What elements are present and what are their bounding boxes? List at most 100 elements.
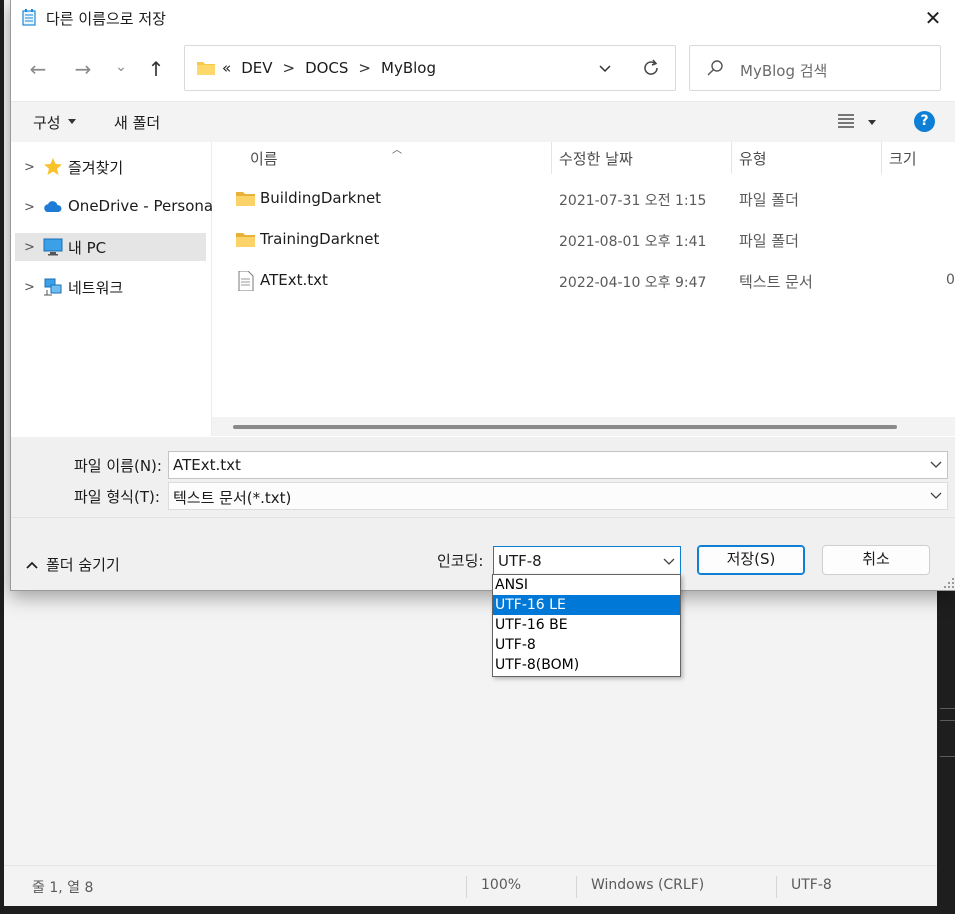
dialog-title: 다른 이름으로 저장 xyxy=(46,10,166,28)
breadcrumb-dev[interactable]: DEV xyxy=(241,59,272,77)
file-size: 0 xyxy=(946,272,955,288)
breadcrumb-overflow[interactable]: « xyxy=(222,59,231,77)
breadcrumb-myblog[interactable]: MyBlog xyxy=(381,59,436,77)
search-icon xyxy=(707,60,723,76)
back-button[interactable]: ← xyxy=(21,52,55,86)
chevron-right-icon[interactable]: > xyxy=(24,240,35,255)
nav-label: 즐겨찾기 xyxy=(68,159,124,177)
nav-label: OneDrive - Personal xyxy=(68,197,218,215)
close-icon: ✕ xyxy=(924,6,942,30)
new-folder-button[interactable]: 새 폴더 xyxy=(114,112,160,133)
save-button[interactable]: 저장(S) xyxy=(697,545,805,575)
filename-field[interactable]: ATExt.txt xyxy=(168,451,948,479)
chevron-right-icon[interactable]: > xyxy=(24,200,35,215)
title-bar: 다른 이름으로 저장 ✕ xyxy=(11,0,955,36)
network-icon xyxy=(44,278,62,296)
encoding-option-utf8bom[interactable]: UTF-8(BOM) xyxy=(493,655,680,675)
status-encoding: UTF-8 xyxy=(791,877,832,893)
encoding-option-ansi[interactable]: ANSI xyxy=(493,575,680,595)
file-date: 2021-08-01 오후 1:41 xyxy=(559,234,707,250)
status-line-ending: Windows (CRLF) xyxy=(591,877,705,893)
encoding-option-utf8[interactable]: UTF-8 xyxy=(493,635,680,655)
folder-icon xyxy=(236,192,255,206)
save-form: 파일 이름(N): ATExt.txt 파일 형식(T): 텍스트 문서(*.t… xyxy=(11,437,955,590)
arrow-right-icon: → xyxy=(74,57,92,81)
resize-grip-icon[interactable] xyxy=(944,578,954,588)
folder-icon xyxy=(197,62,215,75)
sort-ascending-icon: ︿ xyxy=(392,145,402,156)
chevron-down-icon[interactable] xyxy=(662,554,676,568)
chevron-right-icon[interactable]: > xyxy=(24,160,35,175)
encoding-option-utf16be[interactable]: UTF-16 BE xyxy=(493,615,680,635)
nav-item-this-pc[interactable]: > 내 PC xyxy=(15,233,206,261)
file-name: ATExt.txt xyxy=(260,271,328,289)
filename-value: ATExt.txt xyxy=(173,456,241,474)
forward-button[interactable]: → xyxy=(66,52,100,86)
breadcrumb: « DEV > DOCS > MyBlog xyxy=(222,59,436,77)
up-button[interactable]: ↑ xyxy=(139,52,173,86)
recent-locations-button[interactable]: ⌄ xyxy=(104,50,138,84)
status-bar: 줄 1, 열 8 100% Windows (CRLF) UTF-8 xyxy=(4,865,937,906)
chevron-down-icon[interactable] xyxy=(929,488,943,502)
breadcrumb-separator: > xyxy=(358,59,371,77)
cloud-icon xyxy=(44,201,62,212)
organize-button[interactable]: 구성 xyxy=(33,112,61,133)
column-header-type[interactable]: 유형 xyxy=(739,148,767,169)
list-item[interactable]: TrainingDarknet 2021-08-01 오후 1:41 파일 폴더 xyxy=(212,224,955,260)
file-type: 파일 폴더 xyxy=(739,232,799,250)
file-type: 파일 폴더 xyxy=(739,191,799,209)
horizontal-scrollbar[interactable] xyxy=(212,417,955,436)
window-edge xyxy=(937,590,955,906)
column-header-name[interactable]: 이름 xyxy=(250,148,278,169)
status-zoom: 100% xyxy=(481,877,522,893)
nav-item-network[interactable]: > 네트워크 xyxy=(15,273,206,301)
nav-item-favorites[interactable]: > 즐겨찾기 xyxy=(15,153,206,181)
command-bar: 구성 새 폴더 ? xyxy=(11,101,955,143)
help-icon[interactable]: ? xyxy=(914,111,935,132)
hide-folders-button[interactable]: 폴더 숨기기 xyxy=(46,554,120,575)
column-header-date[interactable]: 수정한 날짜 xyxy=(559,148,633,169)
nav-label: 네트워크 xyxy=(68,279,124,297)
nav-item-onedrive[interactable]: > OneDrive - Personal xyxy=(15,193,217,221)
filetype-label: 파일 형식(T): xyxy=(74,488,160,506)
breadcrumb-docs[interactable]: DOCS xyxy=(305,59,348,77)
filetype-value: 텍스트 문서(*.txt) xyxy=(173,489,292,507)
save-as-dialog: 다른 이름으로 저장 ✕ ← → ⌄ ↑ « DEV > DOCS > MyBl… xyxy=(10,0,955,591)
status-position: 줄 1, 열 8 xyxy=(32,880,94,896)
cancel-button[interactable]: 취소 xyxy=(822,545,930,575)
file-name: BuildingDarknet xyxy=(260,189,382,207)
file-date: 2022-04-10 오후 9:47 xyxy=(559,275,707,291)
close-button[interactable]: ✕ xyxy=(910,0,955,36)
search-input[interactable]: MyBlog 검색 xyxy=(740,60,827,81)
file-name: TrainingDarknet xyxy=(260,230,380,248)
file-type: 텍스트 문서 xyxy=(739,273,813,291)
column-header-size[interactable]: 크기 xyxy=(889,148,917,169)
chevron-right-icon[interactable]: > xyxy=(24,280,35,295)
encoding-option-utf16le[interactable]: UTF-16 LE xyxy=(493,595,680,615)
file-list: ︿ 이름 수정한 날짜 유형 크기 BuildingDarknet 2021-0… xyxy=(212,142,955,436)
encoding-select[interactable]: UTF-8 xyxy=(493,546,681,575)
chevron-down-icon[interactable] xyxy=(929,457,943,471)
star-icon xyxy=(44,158,62,175)
chevron-down-icon[interactable] xyxy=(597,60,613,76)
filetype-select[interactable]: 텍스트 문서(*.txt) xyxy=(168,482,948,510)
caret-down-icon xyxy=(68,119,76,124)
list-item[interactable]: ATExt.txt 2022-04-10 오후 9:47 텍스트 문서 0 xyxy=(212,265,955,301)
navigation-pane: > 즐겨찾기 > OneDrive - Personal > 내 PC > 네트… xyxy=(11,142,217,436)
filename-label: 파일 이름(N): xyxy=(74,457,162,475)
search-box[interactable]: MyBlog 검색 xyxy=(689,45,941,91)
chevron-up-icon[interactable] xyxy=(25,559,39,571)
scrollbar-thumb[interactable] xyxy=(233,425,897,429)
refresh-icon[interactable] xyxy=(641,58,661,78)
address-bar[interactable]: « DEV > DOCS > MyBlog xyxy=(184,45,676,91)
folder-icon xyxy=(236,233,255,247)
encoding-label: 인코딩: xyxy=(437,552,484,570)
nav-label: 내 PC xyxy=(68,239,107,257)
notepad-icon xyxy=(22,9,36,26)
text-file-icon xyxy=(238,271,254,291)
arrow-up-icon: ↑ xyxy=(147,57,165,81)
caret-down-icon[interactable] xyxy=(868,120,876,125)
list-item[interactable]: BuildingDarknet 2021-07-31 오전 1:15 파일 폴더 xyxy=(212,183,955,219)
breadcrumb-separator: > xyxy=(282,59,296,77)
view-list-icon[interactable] xyxy=(838,114,854,128)
